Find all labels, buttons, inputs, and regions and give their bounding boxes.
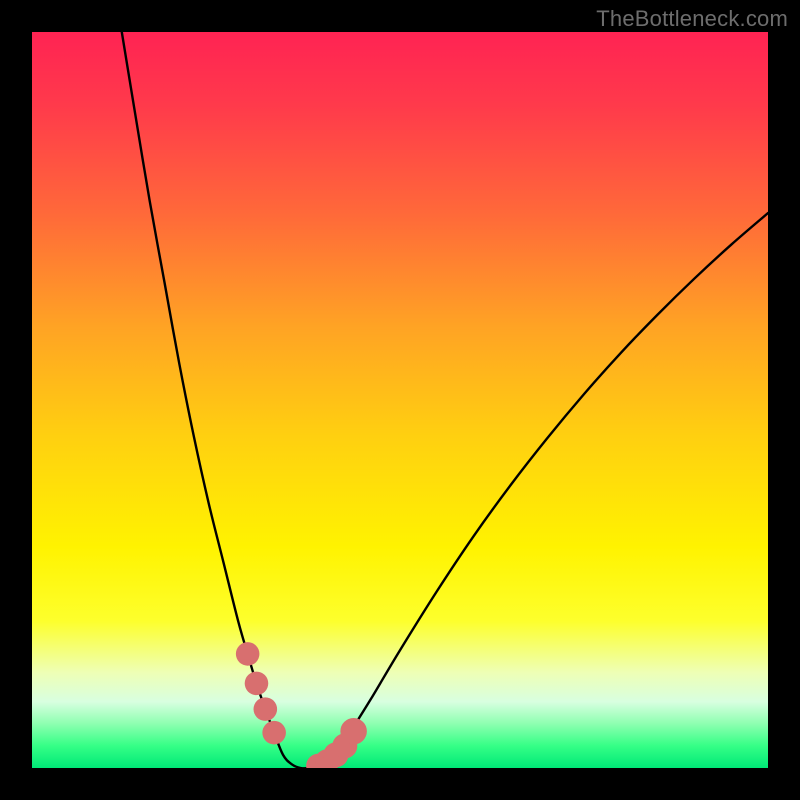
marker-dot [245,672,269,696]
highlight-markers [236,642,367,768]
watermark-text: TheBottleneck.com [596,6,788,32]
marker-dot [340,718,367,745]
bottleneck-curve [122,32,768,768]
marker-dot [262,721,286,745]
curve-layer [32,32,768,768]
marker-dot [254,697,278,721]
plot-area [32,32,768,768]
outer-frame: TheBottleneck.com [0,0,800,800]
marker-dot [236,642,260,666]
